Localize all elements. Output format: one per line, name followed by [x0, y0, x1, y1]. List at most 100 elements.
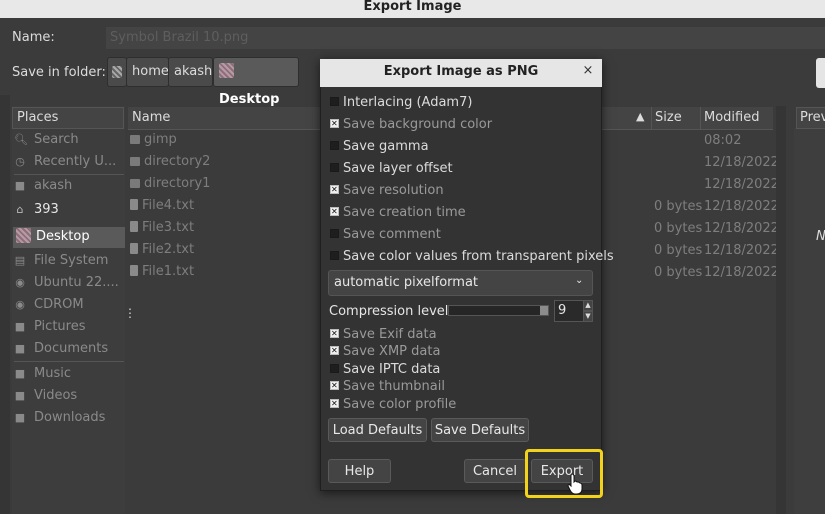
folder-icon — [130, 157, 140, 166]
checkbox[interactable] — [330, 396, 339, 412]
place-ubuntu[interactable]: ◉ Ubuntu 22.... — [14, 273, 124, 293]
file-row[interactable]: directory1 — [130, 174, 210, 194]
option-save-color-profile[interactable]: Save color profile — [330, 396, 456, 413]
help-button[interactable]: Help — [328, 459, 391, 483]
create-folder-button[interactable] — [816, 58, 825, 88]
compression-slider-fill — [449, 306, 541, 315]
option-save-xmp[interactable]: Save XMP data — [330, 343, 440, 360]
file-size: 0 bytes — [654, 221, 703, 236]
desktop-icon — [219, 63, 234, 78]
checkbox[interactable] — [330, 229, 339, 238]
file-list-scrollbar[interactable] — [776, 106, 786, 514]
checkbox[interactable] — [330, 343, 339, 359]
option-save-transparent-pixels[interactable]: Save color values from transparent pixel… — [330, 247, 614, 267]
file-size: 0 bytes — [654, 199, 703, 214]
option-save-thumbnail[interactable]: Save thumbnail — [330, 378, 445, 395]
checkbox[interactable] — [330, 116, 339, 132]
filename-input[interactable] — [106, 27, 825, 49]
compression-slider-handle[interactable] — [540, 306, 548, 315]
place-akash[interactable]: ■ akash — [14, 176, 124, 196]
option-save-iptc[interactable]: Save IPTC data — [330, 361, 440, 378]
file-row[interactable]: File3.txt — [130, 218, 194, 238]
compression-label: Compression level: — [329, 304, 453, 319]
folder-icon: ■ — [14, 342, 26, 355]
file-row[interactable]: directory2 — [130, 152, 210, 172]
decrement-icon[interactable]: ▼︎ — [583, 311, 593, 322]
file-row[interactable]: File2.txt — [130, 240, 194, 260]
disc-icon: ◉ — [15, 298, 25, 311]
place-desktop[interactable]: Desktop — [13, 227, 125, 248]
place-search[interactable]: 🔍︎ Search — [14, 130, 124, 150]
column-divider — [700, 107, 701, 129]
save-defaults-button[interactable]: Save Defaults — [431, 418, 529, 442]
place-documents[interactable]: ■ Documents — [14, 339, 124, 359]
column-divider — [651, 107, 652, 129]
file-modified: 12/18/2022 — [704, 199, 779, 214]
compression-value-input[interactable]: 9 — [554, 300, 584, 322]
column-modified[interactable]: Modified — [704, 110, 759, 125]
place-cdrom[interactable]: ◉ CDROM — [14, 295, 124, 315]
window-title: Export Image — [0, 0, 825, 18]
load-defaults-button[interactable]: Load Defaults — [328, 418, 427, 442]
column-name[interactable]: Name — [132, 110, 170, 125]
home-folder-icon: ■ — [14, 179, 26, 192]
checkbox[interactable] — [330, 97, 339, 106]
option-interlacing[interactable]: Interlacing (Adam7) — [330, 93, 472, 113]
breadcrumb-akash[interactable]: akash — [168, 57, 213, 87]
option-save-creation-time[interactable]: Save creation time — [330, 203, 466, 223]
pixelformat-select[interactable]: automatic pixelformat — [328, 270, 593, 296]
file-modified: 12/18/2022 — [704, 265, 779, 280]
place-videos[interactable]: ■ Videos — [14, 386, 124, 406]
folder-icon: ■ — [14, 389, 26, 402]
file-row[interactable]: File4.txt — [130, 196, 194, 216]
pane-resize-handle[interactable]: ⋮ — [124, 306, 136, 320]
folder-icon: ■ — [14, 320, 26, 333]
option-save-comment[interactable]: Save comment — [330, 225, 441, 245]
checkbox[interactable] — [330, 364, 339, 373]
breadcrumb-desktop[interactable]: Desktop — [213, 57, 299, 107]
checkbox[interactable] — [330, 141, 339, 150]
checkbox[interactable] — [330, 163, 339, 172]
place-file-system[interactable]: ▤ File System — [14, 251, 124, 271]
file-row[interactable]: gimp — [130, 130, 177, 150]
place-downloads[interactable]: ■ Downloads — [14, 408, 124, 428]
increment-icon[interactable]: ▲︎ — [583, 300, 593, 311]
preview-header: Prev — [796, 107, 825, 129]
place-recent[interactable]: ◷ Recently U... — [14, 152, 124, 172]
close-icon[interactable]: × — [581, 63, 595, 79]
file-row[interactable]: File1.txt — [130, 262, 194, 282]
places-separator — [14, 174, 124, 175]
file-modified: 12/18/2022 — [704, 243, 779, 258]
checkbox[interactable] — [330, 251, 339, 260]
checkbox[interactable] — [330, 378, 339, 394]
option-save-gamma[interactable]: Save gamma — [330, 137, 429, 157]
hand-cursor-icon — [567, 473, 583, 495]
column-size[interactable]: Size — [655, 110, 682, 125]
text-file-icon — [130, 265, 138, 276]
option-save-layer-offset[interactable]: Save layer offset — [330, 159, 453, 179]
file-modified: 12/18/2022 — [704, 155, 779, 170]
text-file-icon — [130, 221, 138, 232]
option-save-resolution[interactable]: Save resolution — [330, 181, 444, 201]
file-modified: 12/18/2022 — [704, 221, 779, 236]
breadcrumb-home[interactable]: home — [126, 57, 169, 87]
disc-icon: ◉ — [15, 276, 25, 289]
checkbox[interactable] — [330, 204, 339, 220]
clock-icon: ◷ — [15, 155, 25, 168]
save-in-folder-label: Save in folder: — [12, 65, 106, 80]
text-file-icon — [130, 243, 138, 254]
file-size: 0 bytes — [654, 265, 703, 280]
place-music[interactable]: ■ Music — [14, 364, 124, 384]
checkbox[interactable] — [330, 326, 339, 342]
drive-icon: ▤ — [14, 254, 26, 267]
breadcrumb-root-button[interactable] — [107, 57, 127, 87]
checkbox[interactable] — [330, 182, 339, 198]
place-pictures[interactable]: ■ Pictures — [14, 317, 124, 337]
sort-up-icon[interactable]: ▲︎ — [636, 110, 644, 123]
place-393[interactable]: ⌂ 393 — [14, 200, 124, 220]
option-save-exif[interactable]: Save Exif data — [330, 326, 437, 343]
option-save-background-color[interactable]: Save background color — [330, 115, 492, 135]
cancel-button[interactable]: Cancel — [464, 459, 526, 483]
drive-icon — [112, 66, 122, 78]
preview-text: N — [816, 229, 825, 244]
